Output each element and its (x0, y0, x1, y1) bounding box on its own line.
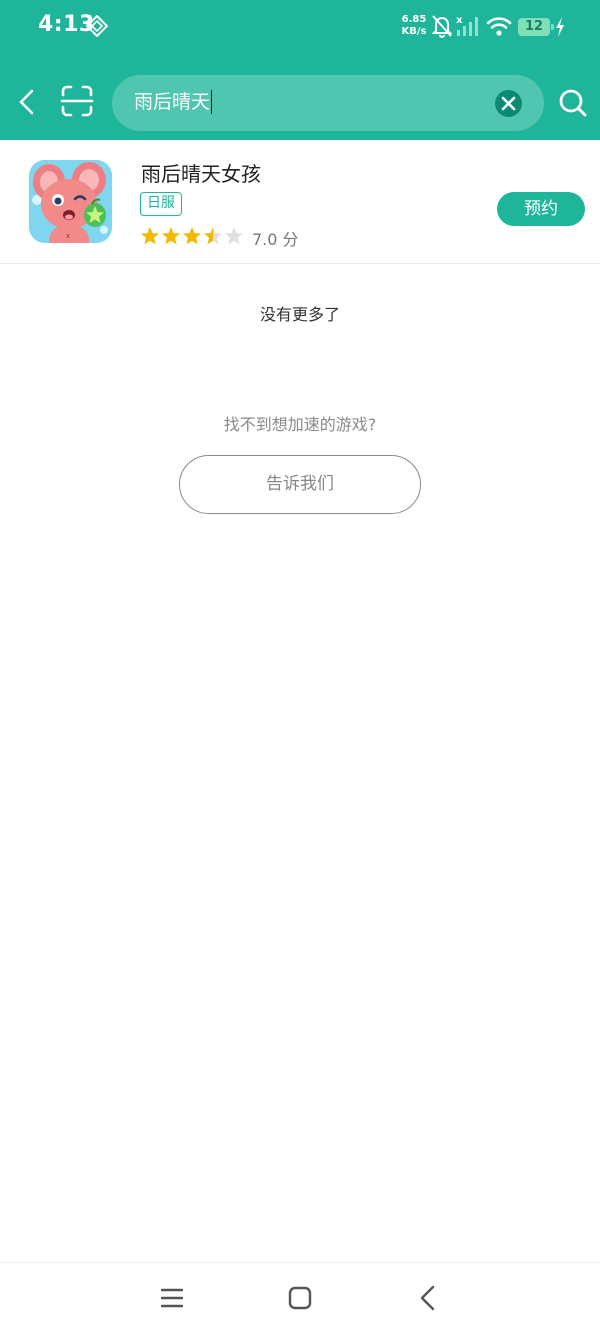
game-title: 雨后晴天女孩 (141, 162, 261, 186)
tell-us-button[interactable]: 告诉我们 (179, 455, 421, 514)
app-header: 4:13 6.85 KB/s x 12 雨后晴天 (0, 0, 600, 140)
star-icon (161, 227, 181, 245)
home-square-icon[interactable] (285, 1283, 315, 1313)
svg-text:x: x (456, 15, 463, 26)
not-found-prompt: 找不到想加速的游戏? (223, 415, 377, 434)
search-bar: 雨后晴天 (0, 72, 600, 132)
rating-score: 7.0 分 (252, 230, 299, 249)
battery-icon: 12 (518, 18, 554, 36)
location-diamond-icon (86, 15, 108, 37)
net-speed-value: 6.85 (401, 14, 427, 25)
search-icon[interactable] (558, 88, 588, 118)
game-icon: x (29, 160, 112, 243)
server-tag: 日服 (140, 192, 182, 216)
search-input[interactable]: 雨后晴天 (112, 75, 544, 131)
game-result-item[interactable]: x 雨后晴天女孩 日服 7.0 分 预约 (0, 140, 600, 264)
net-speed-unit: KB/s (401, 26, 427, 37)
svg-text:x: x (66, 232, 70, 240)
rating-stars (140, 227, 244, 245)
star-icon (224, 227, 244, 245)
reserve-button[interactable]: 预约 (497, 192, 585, 226)
status-bar: 4:13 6.85 KB/s x 12 (0, 0, 600, 56)
search-query: 雨后晴天 (134, 90, 213, 114)
clear-icon[interactable] (495, 90, 522, 117)
star-icon (182, 227, 202, 245)
bell-off-icon (431, 15, 453, 38)
star-icon (140, 227, 160, 245)
scan-icon[interactable] (60, 84, 94, 118)
back-triangle-icon[interactable] (413, 1283, 443, 1313)
menu-icon[interactable] (157, 1283, 187, 1313)
wifi-icon (486, 17, 512, 36)
back-arrow-icon[interactable] (12, 86, 44, 118)
charging-bolt-icon (556, 17, 564, 37)
star-icon (203, 227, 223, 245)
cellular-signal-icon: x (456, 15, 478, 36)
net-speed: 6.85 KB/s (400, 14, 428, 38)
no-more-text: 没有更多了 (259, 305, 340, 324)
system-nav-bar (0, 1262, 600, 1333)
